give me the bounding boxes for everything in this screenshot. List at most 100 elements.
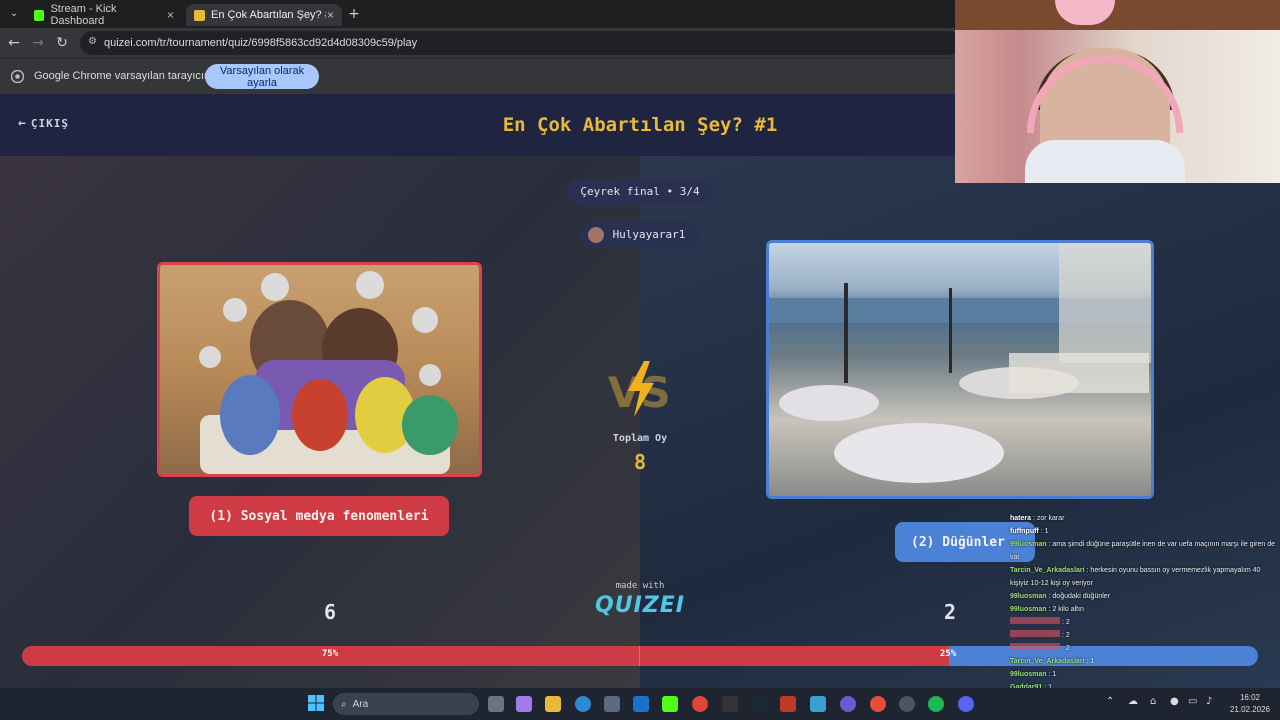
reload-icon[interactable]: ↻ — [52, 33, 72, 53]
bar-midline — [639, 646, 640, 666]
chat-username[interactable] — [1010, 643, 1060, 650]
app-icon[interactable] — [810, 696, 826, 712]
chat-message: hatera : zor karar — [1010, 512, 1280, 525]
file-explorer-icon[interactable] — [545, 696, 561, 712]
option1-votes: 6 — [323, 600, 337, 624]
site-info-icon[interactable]: ⚙ — [88, 36, 97, 47]
tab-quiz[interactable]: En Çok Abartılan Şey? #1 - Tier × — [186, 4, 342, 26]
windows-start-icon[interactable] — [308, 695, 324, 711]
versus-icon: VS — [608, 361, 671, 417]
chat-message: 99luosman : 1 — [1010, 668, 1280, 681]
chat-username[interactable]: hatera — [1010, 515, 1031, 522]
clock-date: 21.02.2026 — [1229, 705, 1271, 714]
chat-message: Tarcin_Ve_Arkadaslari : 1 — [1010, 655, 1280, 668]
epic-games-icon[interactable] — [722, 696, 738, 712]
quizei-logo[interactable]: QUIZEI — [590, 593, 690, 618]
chat-username[interactable]: fuffnpuff — [1010, 528, 1039, 535]
chat-text: : 2 kilo altın — [1046, 606, 1084, 613]
tab-search-icon[interactable]: ⌄ — [4, 4, 24, 24]
url-text: quizei.com/tr/tournament/quiz/6998f5863c… — [104, 37, 418, 49]
chat-message: : 2 — [1010, 642, 1280, 655]
obs-icon[interactable] — [899, 696, 915, 712]
chrome-taskbar-icon[interactable] — [692, 696, 708, 712]
option2-image[interactable] — [766, 240, 1154, 499]
search-icon: ⌕ — [341, 698, 347, 710]
username: Hulyayarar1 — [612, 228, 686, 241]
chat-text: : ama şimdi düğüne paraşütle inen de var… — [1010, 541, 1275, 561]
chat-username[interactable]: Tarcin_Ve_Arkadaslari — [1010, 658, 1085, 665]
total-votes-value: 8 — [633, 450, 647, 474]
option1-button[interactable]: (1) Sosyal medya fenomenleri — [189, 496, 449, 536]
round-badge: Çeyrek final • 3/4 — [567, 179, 713, 205]
tab-label: En Çok Abartılan Şey? #1 - Tier — [211, 9, 326, 21]
wedding-venue-photo — [769, 243, 1151, 483]
chat-text: : doğudaki düğünler — [1046, 593, 1111, 600]
chat-text: : 2 — [1060, 632, 1070, 639]
address-bar[interactable]: ⚙ quizei.com/tr/tournament/quiz/6998f586… — [80, 31, 960, 55]
new-tab-icon[interactable]: + — [344, 4, 364, 24]
avatar — [588, 227, 604, 243]
set-default-button[interactable]: Varsayılan olarak ayarla — [205, 64, 319, 89]
webcam-headset — [1027, 55, 1183, 133]
clock-time: 16:02 — [1239, 693, 1261, 702]
chat-text: : 2 — [1060, 619, 1070, 626]
close-tab-icon[interactable]: × — [327, 8, 334, 22]
social-media-illustration — [199, 271, 458, 474]
chevron-up-icon[interactable]: ⌃ — [1106, 696, 1114, 707]
kick-favicon-icon — [34, 9, 45, 21]
steam-icon[interactable] — [751, 696, 767, 712]
spotify-icon[interactable] — [928, 696, 944, 712]
made-with-label: made with — [615, 581, 665, 591]
chat-username[interactable]: Tarcin_Ve_Arkadaslari — [1010, 567, 1085, 574]
taskbar-search[interactable]: ⌕ Ara — [333, 693, 479, 715]
app-icon[interactable] — [870, 696, 886, 712]
outlook-icon[interactable] — [633, 696, 649, 712]
microphone-icon[interactable]: ● — [1170, 696, 1179, 707]
volume-icon[interactable]: ♪ — [1206, 696, 1212, 707]
option2-percent: 25% — [939, 649, 957, 659]
user-badge: Hulyayarar1 — [580, 222, 700, 248]
chat-text: : 1 — [1046, 671, 1057, 678]
chat-message: 99luosman : ama şimdi düğüne paraşütle i… — [1010, 538, 1280, 564]
app-icon[interactable] — [780, 696, 796, 712]
chat-message: 99luosman : doğudaki düğünler — [1010, 590, 1280, 603]
task-view-icon[interactable] — [488, 696, 504, 712]
copilot-icon[interactable] — [516, 696, 532, 712]
chat-text: : 1 — [1038, 528, 1049, 535]
chat-message: Tarcin_Ve_Arkadaslari : herkesin oyunu b… — [1010, 564, 1280, 590]
store-icon[interactable] — [604, 696, 620, 712]
edge-icon[interactable] — [575, 696, 591, 712]
quizei-favicon-icon — [194, 9, 205, 21]
chat-message: : 2 — [1010, 629, 1280, 642]
tab-kick-dashboard[interactable]: Stream - Kick Dashboard × — [26, 3, 182, 27]
chat-username[interactable]: 99luosman — [1010, 606, 1047, 613]
discord-icon[interactable] — [958, 696, 974, 712]
chat-message: fuffnpuff : 1 — [1010, 525, 1280, 538]
forward-icon[interactable]: → — [28, 33, 48, 53]
app-icon[interactable] — [840, 696, 856, 712]
chat-text: : zor karar — [1031, 515, 1065, 522]
chat-username[interactable] — [1010, 630, 1060, 637]
webcam-overlay — [955, 0, 1280, 183]
chat-message: 99luosman : 2 kilo altın — [1010, 603, 1280, 616]
webcam-ceiling — [955, 0, 1280, 30]
kick-icon[interactable] — [662, 696, 678, 712]
chat-username[interactable] — [1010, 617, 1060, 624]
chat-message: : 2 — [1010, 616, 1280, 629]
chat-username[interactable]: 99luosman — [1010, 671, 1047, 678]
network-icon[interactable]: ⌂ — [1150, 696, 1156, 707]
close-tab-icon[interactable]: × — [167, 8, 174, 22]
back-icon[interactable]: ← — [4, 33, 24, 53]
chat-text: : 1 — [1084, 658, 1095, 665]
webcam-shirt — [1025, 140, 1185, 183]
taskbar-clock[interactable]: 16:02 21.02.2026 — [1222, 692, 1278, 716]
chat-username[interactable]: 99luosman — [1010, 593, 1047, 600]
windows-taskbar: ⌕ Ara ⌃ ☁ ⌂ ● ▭ ♪ 16:02 21.02.2026 — [0, 688, 1280, 720]
monitor-icon[interactable]: ▭ — [1188, 696, 1197, 707]
option1-bar-fill — [22, 646, 949, 666]
option1-image[interactable] — [157, 262, 482, 477]
search-placeholder: Ara — [352, 698, 369, 710]
chat-text: : 2 — [1060, 645, 1070, 652]
cloud-icon[interactable]: ☁ — [1128, 696, 1138, 707]
chat-username[interactable]: 99luosman — [1010, 541, 1047, 548]
